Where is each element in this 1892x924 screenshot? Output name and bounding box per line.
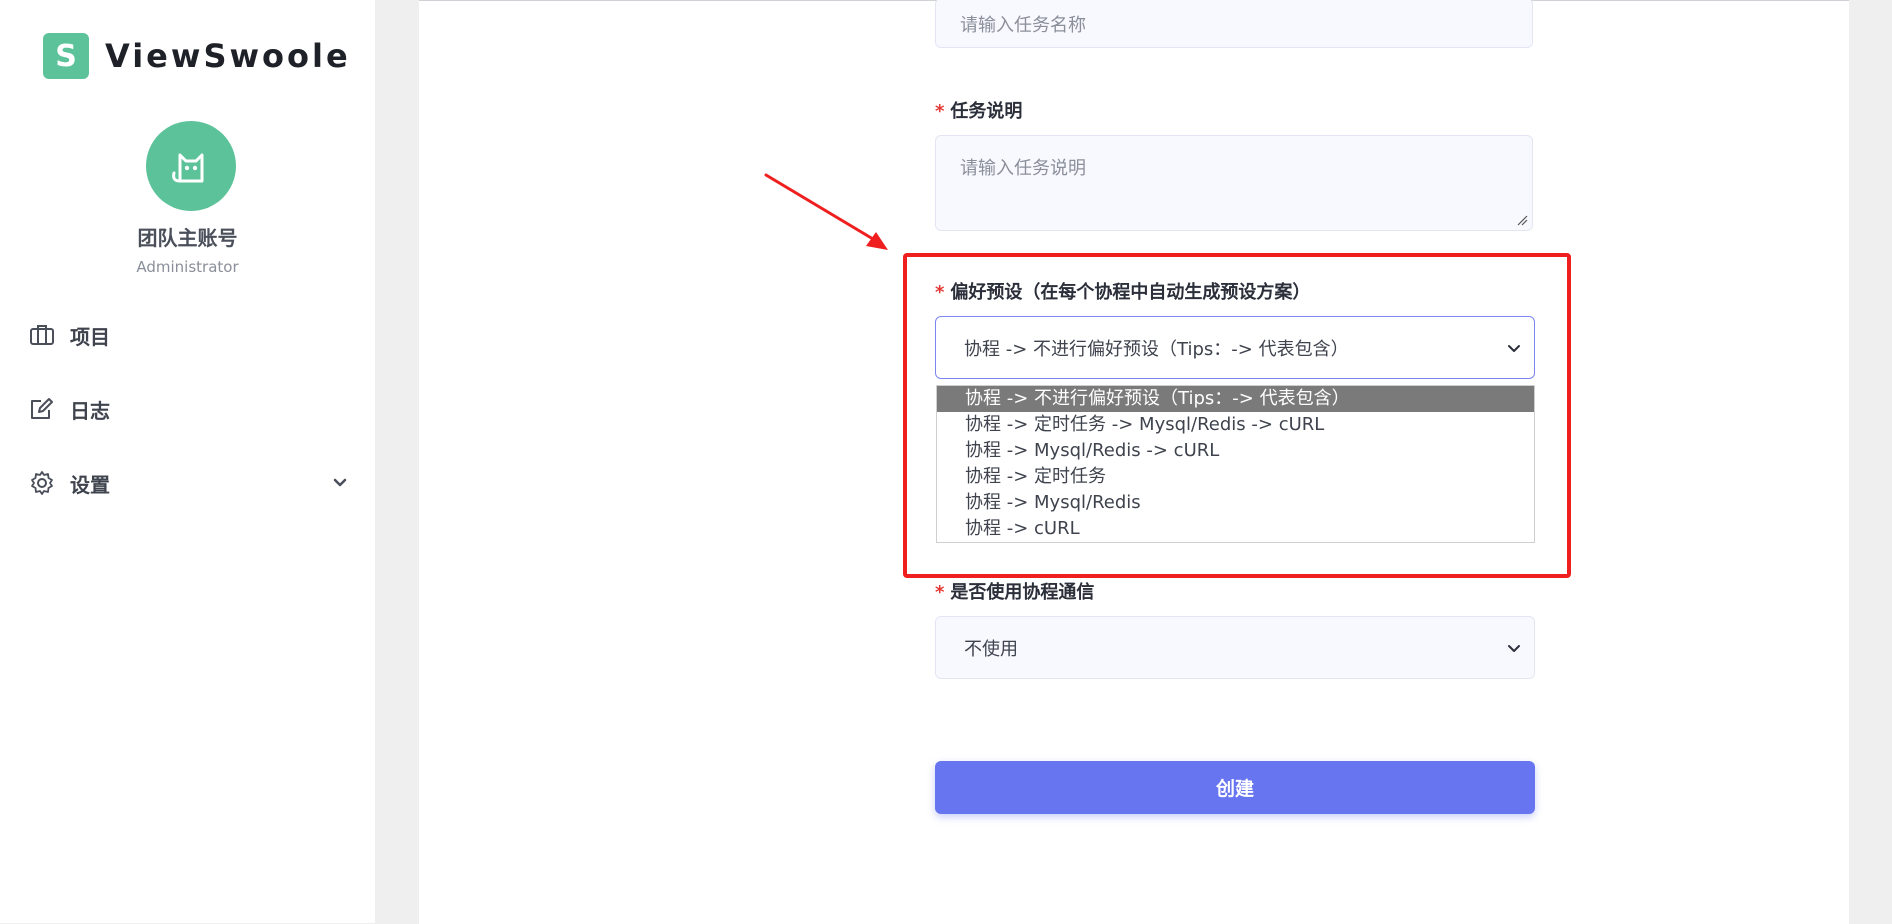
user-name: 团队主账号 [137, 226, 238, 250]
edit-icon [28, 395, 56, 423]
task-name-placeholder: 请输入任务名称 [960, 15, 1086, 36]
chevron-down-icon [1494, 628, 1534, 668]
task-desc-textarea[interactable]: 请输入任务说明 [935, 135, 1533, 231]
annotation-highlight-box [903, 253, 1571, 578]
create-button[interactable]: 创建 [935, 761, 1535, 814]
coroutine-comm-label-text: 是否使用协程通信 [950, 582, 1095, 603]
task-desc-placeholder: 请输入任务说明 [960, 158, 1086, 179]
sidebar-item-logs[interactable]: 日志 [28, 389, 350, 429]
annotation-arrow-icon [764, 173, 888, 250]
coroutine-comm-select[interactable]: 不使用 [935, 616, 1535, 679]
avatar[interactable] [146, 121, 236, 211]
user-role: Administrator [136, 258, 239, 276]
coroutine-comm-label: * 是否使用协程通信 [935, 578, 1094, 604]
brand-logo: S [43, 33, 89, 79]
sidebar: S ViewSwoole 团队主账号 Administrator 项目 日志 设… [0, 0, 375, 923]
brand[interactable]: S ViewSwoole [43, 33, 351, 79]
sidebar-item-label: 项目 [70, 324, 110, 349]
cat-avatar-icon [172, 153, 204, 183]
coroutine-comm-selected-value: 不使用 [964, 638, 1018, 660]
sidebar-item-settings[interactable]: 设置 [28, 463, 350, 503]
task-name-input[interactable]: 请输入任务名称 [935, 0, 1533, 48]
sidebar-item-label: 日志 [70, 398, 110, 423]
required-mark: * [935, 582, 945, 603]
brand-name: ViewSwoole [105, 37, 351, 75]
gear-icon [28, 469, 56, 497]
chevron-down-icon[interactable] [330, 473, 350, 493]
task-desc-label-text: 任务说明 [950, 101, 1023, 122]
briefcase-icon [28, 321, 56, 349]
resize-handle-icon[interactable] [1516, 214, 1528, 226]
sidebar-item-label: 设置 [70, 472, 110, 497]
sidebar-item-projects[interactable]: 项目 [28, 315, 350, 355]
task-desc-label: * 任务说明 [935, 97, 1022, 123]
required-mark: * [935, 101, 945, 122]
